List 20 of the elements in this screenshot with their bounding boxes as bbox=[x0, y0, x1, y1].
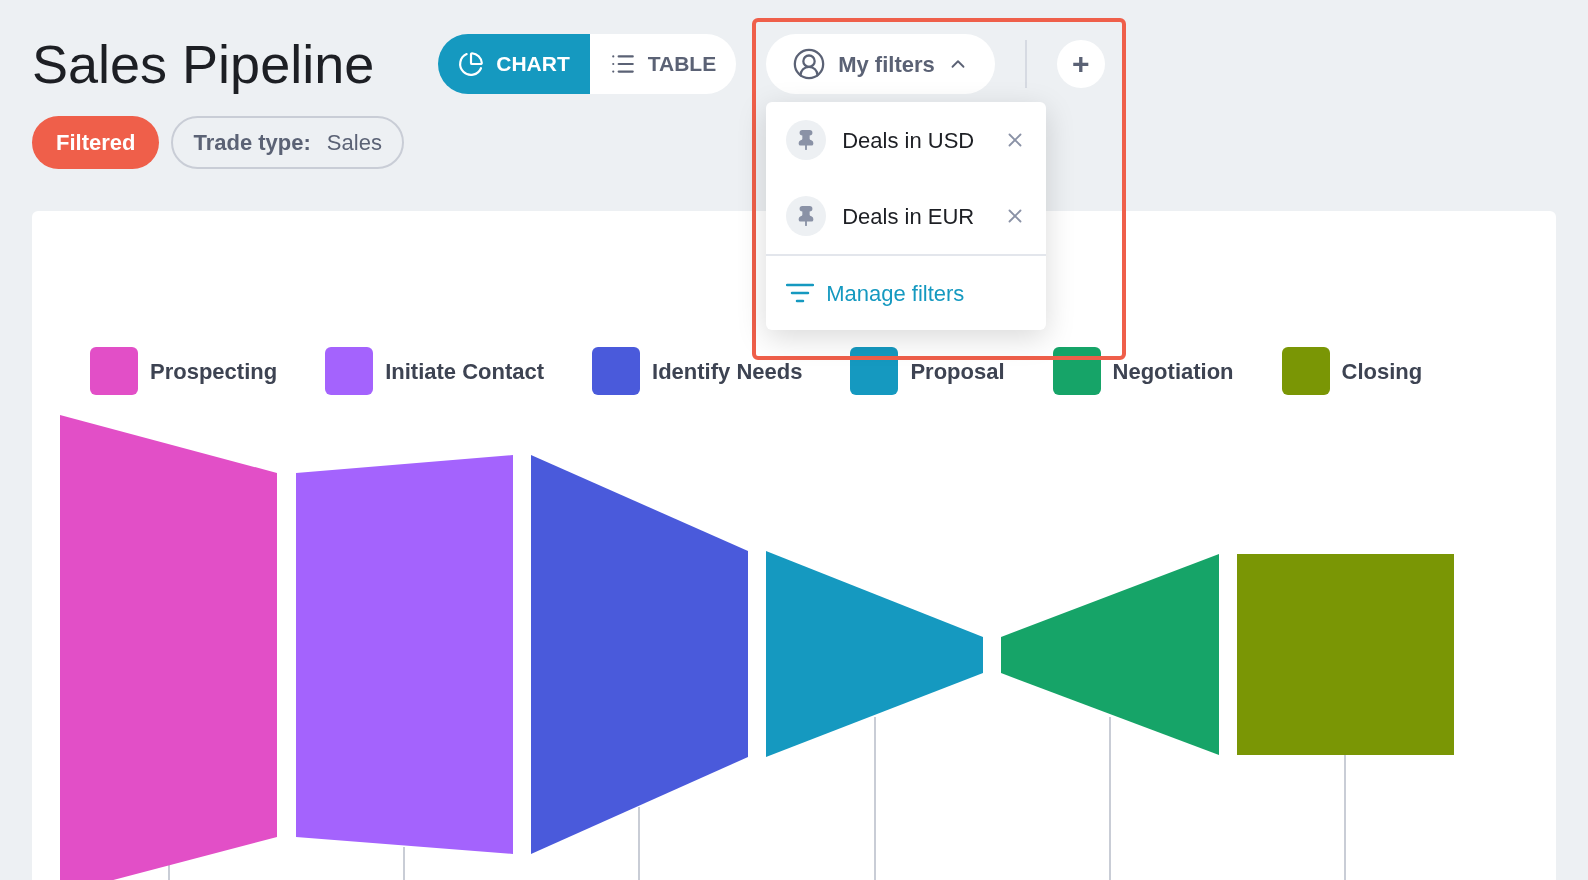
legend-label: Prospecting bbox=[150, 357, 278, 386]
legend-label: Negotiation bbox=[1112, 357, 1234, 386]
filter-icon bbox=[786, 283, 815, 303]
my-filters-button[interactable]: My filters bbox=[766, 34, 995, 94]
saved-filter-item[interactable]: Deals in USD bbox=[842, 123, 975, 157]
pie-chart-icon bbox=[458, 51, 485, 77]
filtered-badge: Filtered bbox=[32, 116, 160, 169]
manage-filters-link[interactable]: Manage filters bbox=[826, 276, 965, 310]
view-tab[interactable]: TABLE bbox=[589, 34, 737, 94]
legend-label: Initiate Contact bbox=[385, 357, 545, 386]
add-button[interactable]: + bbox=[1056, 40, 1105, 88]
filter-chip[interactable]: Trade type: Sales bbox=[171, 116, 404, 169]
legend-label: Identify Needs bbox=[652, 357, 803, 386]
view-tab[interactable]: CHART bbox=[438, 34, 590, 94]
user-icon bbox=[792, 47, 827, 81]
legend-label: Closing bbox=[1341, 357, 1423, 386]
legend-label: Proposal bbox=[910, 357, 1005, 386]
pin-icon bbox=[786, 196, 827, 236]
pin-icon bbox=[786, 120, 827, 160]
saved-filter-item[interactable]: Deals in EUR bbox=[842, 199, 975, 233]
